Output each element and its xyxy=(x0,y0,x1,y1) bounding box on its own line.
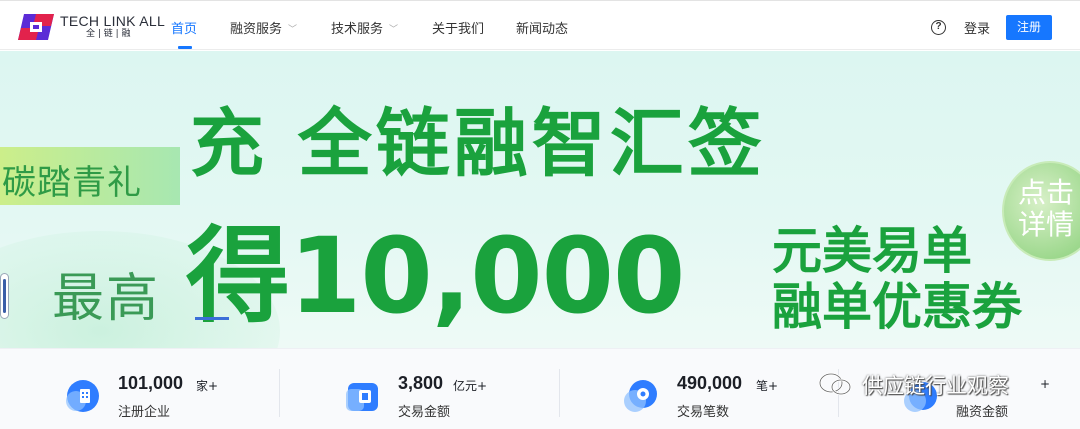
coin-icon xyxy=(624,380,657,412)
nav-tech-label: 技术服务 xyxy=(331,22,384,37)
banner-amount: 得10,000 xyxy=(186,215,685,337)
stat-value-companies: 101,000 xyxy=(118,373,184,393)
stat-value-transactions: 490,000 xyxy=(677,373,743,393)
carousel-scroll-handle[interactable] xyxy=(0,273,9,319)
nav-tech-services[interactable]: 技术服务 ﹀ xyxy=(331,18,398,37)
chevron-down-icon: ﹀ xyxy=(389,25,399,35)
stat-divider xyxy=(279,369,280,417)
stat-label-companies: 注册企业 xyxy=(118,405,171,420)
stat-unit-financing: + xyxy=(1040,377,1051,391)
nav-financing-services[interactable]: 融资服务 ﹀ xyxy=(230,18,297,37)
stat-unit-transactions: 笔+ xyxy=(756,379,779,393)
banner-tag: 碳踏青礼 xyxy=(2,163,142,203)
chevron-down-icon: ﹀ xyxy=(288,25,298,35)
wallet-icon xyxy=(346,383,378,411)
login-link[interactable]: 登录 xyxy=(964,18,990,37)
nav-about-us[interactable]: 关于我们 xyxy=(432,18,484,37)
nav-news[interactable]: 新闻动态 xyxy=(516,18,568,37)
logo-text[interactable]: TECH LINK ALL 全 | 链 | 融 xyxy=(60,14,165,40)
stat-label-financing: 融资金额 xyxy=(956,405,1009,420)
banner-headline: 充 全链融智汇签 xyxy=(190,101,766,187)
stat-unit-companies: 家+ xyxy=(196,379,219,393)
building-icon xyxy=(66,380,99,412)
banner-coupon-line1: 元美易单 xyxy=(772,222,972,280)
stat-divider xyxy=(559,369,560,417)
logo-title: TECH LINK ALL xyxy=(60,13,166,29)
top-navbar: TECH LINK ALL 全 | 链 | 融 首页 融资服务 ﹀ 技术服务 ﹀ 关… xyxy=(0,0,1080,50)
stat-label-transactions: 交易笔数 xyxy=(677,405,730,420)
view-details-label[interactable]: 点击 详情 xyxy=(1018,177,1074,241)
help-icon[interactable]: ? xyxy=(931,20,946,35)
logo-subtitle: 全 | 链 | 融 xyxy=(86,29,131,39)
amount-underline xyxy=(195,317,229,320)
banner-max-label: 最高 xyxy=(52,269,161,329)
stat-label-amount: 交易金额 xyxy=(398,405,451,420)
watermark-text: 供应链行业观察 xyxy=(862,374,1009,398)
nav-home-label: 首页 xyxy=(171,22,198,37)
nav-financing-label: 融资服务 xyxy=(230,22,283,37)
register-button[interactable]: 注册 xyxy=(1006,15,1052,40)
stat-value-amount: 3,800 xyxy=(398,373,444,393)
banner-coupon-line2: 融单优惠券 xyxy=(772,278,1022,336)
nav-home[interactable]: 首页 xyxy=(171,18,197,37)
logo-icon[interactable] xyxy=(18,14,54,40)
nav-news-label: 新闻动态 xyxy=(516,22,569,37)
promo-banner[interactable]: 碳踏青礼 充 全链融智汇签 最高 得10,000 元美易单 融单优惠券 点击 详… xyxy=(0,51,1080,348)
stats-bar: 101,000 家+ 注册企业 3,800 亿元+ 交易金额 490,000 笔… xyxy=(0,348,1080,429)
nav-about-label: 关于我们 xyxy=(432,22,485,37)
stat-unit-amount: 亿元+ xyxy=(453,379,488,393)
wechat-icon xyxy=(818,372,852,396)
nav-active-indicator xyxy=(178,46,192,49)
